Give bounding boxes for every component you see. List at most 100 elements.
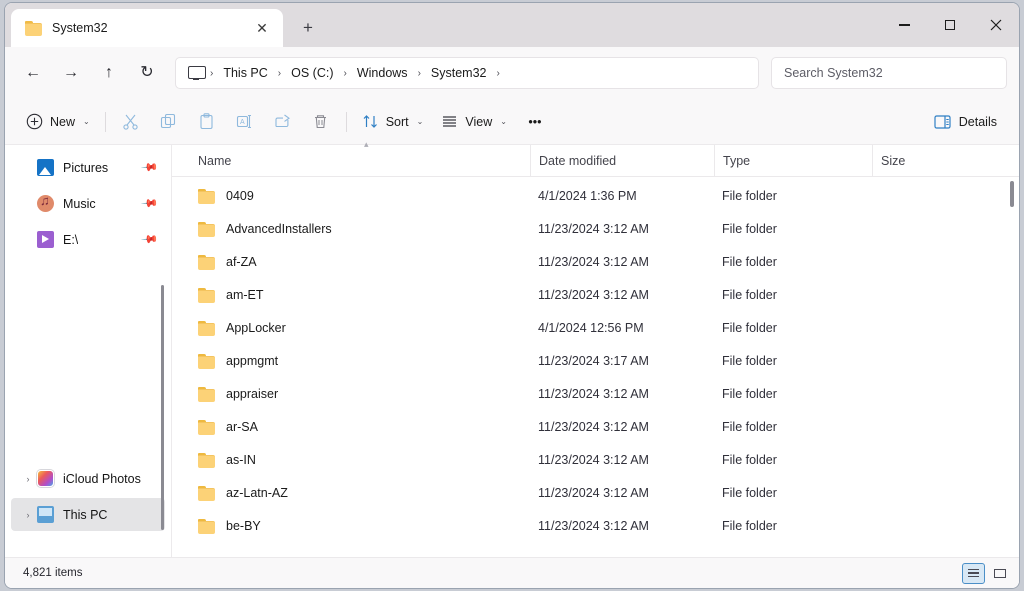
sort-button[interactable]: Sort ⌄ bbox=[353, 106, 433, 138]
file-name-label: appmgmt bbox=[226, 354, 278, 368]
trash-icon bbox=[312, 113, 329, 130]
new-button[interactable]: New ⌄ bbox=[17, 106, 99, 138]
breadcrumb-separator: › bbox=[207, 68, 216, 79]
file-list-scrollbar[interactable] bbox=[1010, 181, 1014, 207]
breadcrumb[interactable]: › This PC › OS (C:) › Windows › System32… bbox=[175, 57, 759, 89]
more-options-button[interactable]: ••• bbox=[516, 106, 554, 138]
copy-button[interactable] bbox=[150, 106, 188, 138]
share-button[interactable] bbox=[264, 106, 302, 138]
drive-icon bbox=[37, 231, 54, 248]
breadcrumb-item-system32[interactable]: System32 bbox=[424, 62, 494, 84]
back-button[interactable]: ← bbox=[15, 56, 51, 90]
table-row[interactable]: af-ZA 11/23/2024 3:12 AM File folder bbox=[172, 245, 1019, 278]
file-name-label: appraiser bbox=[226, 387, 278, 401]
close-icon bbox=[990, 19, 1002, 31]
sidebar-item-label: E:\ bbox=[63, 233, 78, 247]
column-header-name[interactable]: Name bbox=[190, 145, 530, 177]
pin-icon[interactable]: 📌 bbox=[141, 158, 160, 177]
paste-button[interactable] bbox=[188, 106, 226, 138]
file-date-cell: 11/23/2024 3:12 AM bbox=[530, 222, 714, 236]
folder-icon bbox=[198, 222, 215, 236]
chevron-right-icon[interactable]: › bbox=[19, 474, 37, 484]
sort-button-label: Sort bbox=[386, 115, 409, 129]
search-input[interactable]: Search System32 bbox=[784, 66, 883, 80]
details-view-button[interactable] bbox=[962, 563, 985, 584]
pin-icon[interactable]: 📌 bbox=[141, 230, 160, 249]
chevron-right-icon[interactable]: › bbox=[19, 510, 37, 520]
file-name-label: as-IN bbox=[226, 453, 256, 467]
file-type-cell: File folder bbox=[714, 222, 872, 236]
table-row[interactable]: am-ET 11/23/2024 3:12 AM File folder bbox=[172, 278, 1019, 311]
file-type-cell: File folder bbox=[714, 519, 872, 533]
file-date-cell: 11/23/2024 3:12 AM bbox=[530, 519, 714, 533]
rename-icon: A bbox=[236, 113, 253, 130]
content-area: Pictures 📌 Music 📌 E:\ 📌 › iCloud Photos bbox=[5, 145, 1019, 557]
view-toggle-group bbox=[962, 563, 1011, 584]
file-date-cell: 11/23/2024 3:12 AM bbox=[530, 420, 714, 434]
table-row[interactable]: 0409 4/1/2024 1:36 PM File folder bbox=[172, 179, 1019, 212]
sidebar-scrollbar[interactable] bbox=[161, 285, 164, 530]
music-icon bbox=[37, 195, 54, 212]
delete-button[interactable] bbox=[302, 106, 340, 138]
share-icon bbox=[274, 113, 291, 130]
file-date-cell: 11/23/2024 3:12 AM bbox=[530, 255, 714, 269]
address-bar: ← → ↑ ↻ › This PC › OS (C:) › Windows › … bbox=[5, 47, 1019, 99]
refresh-button[interactable]: ↻ bbox=[129, 56, 165, 90]
large-icons-view-button[interactable] bbox=[988, 563, 1011, 584]
column-header-type[interactable]: Type bbox=[714, 145, 872, 177]
details-pane-button[interactable]: Details bbox=[924, 106, 1007, 138]
item-count-label: 4,821 items bbox=[23, 567, 82, 579]
cut-button[interactable] bbox=[112, 106, 150, 138]
new-tab-button[interactable]: + bbox=[291, 10, 325, 44]
rename-button[interactable]: A bbox=[226, 106, 264, 138]
table-row[interactable]: appmgmt 11/23/2024 3:17 AM File folder bbox=[172, 344, 1019, 377]
sidebar-item-this-pc[interactable]: › This PC bbox=[11, 498, 165, 531]
breadcrumb-item-this-pc[interactable]: This PC bbox=[216, 62, 274, 84]
table-row[interactable]: ar-SA 11/23/2024 3:12 AM File folder bbox=[172, 410, 1019, 443]
table-row[interactable]: az-Latn-AZ 11/23/2024 3:12 AM File folde… bbox=[172, 476, 1019, 509]
chevron-down-icon: ⌄ bbox=[83, 117, 90, 126]
large-icons-view-icon bbox=[994, 569, 1006, 578]
sidebar-item-icloud-photos[interactable]: › iCloud Photos bbox=[11, 462, 165, 495]
search-box[interactable]: Search System32 bbox=[771, 57, 1007, 89]
view-button-label: View bbox=[465, 115, 492, 129]
file-date-cell: 11/23/2024 3:12 AM bbox=[530, 453, 714, 467]
new-button-label: New bbox=[50, 115, 75, 129]
column-header-size[interactable]: Size bbox=[872, 145, 974, 177]
table-row[interactable]: as-IN 11/23/2024 3:12 AM File folder bbox=[172, 443, 1019, 476]
close-icon[interactable]: ✕ bbox=[249, 15, 275, 41]
breadcrumb-item-os-c[interactable]: OS (C:) bbox=[284, 62, 340, 84]
file-name-cell: AdvancedInstallers bbox=[190, 222, 530, 236]
close-window-button[interactable] bbox=[973, 3, 1019, 47]
file-name-cell: ar-SA bbox=[190, 420, 530, 434]
table-row[interactable]: appraiser 11/23/2024 3:12 AM File folder bbox=[172, 377, 1019, 410]
maximize-button[interactable] bbox=[927, 3, 973, 47]
table-row[interactable]: be-BY 11/23/2024 3:12 AM File folder bbox=[172, 509, 1019, 542]
folder-icon bbox=[198, 288, 215, 302]
folder-icon bbox=[198, 387, 215, 401]
breadcrumb-separator: › bbox=[275, 68, 284, 79]
pin-icon[interactable]: 📌 bbox=[141, 194, 160, 213]
folder-icon bbox=[198, 255, 215, 269]
up-button[interactable]: ↑ bbox=[91, 56, 127, 90]
minimize-button[interactable] bbox=[881, 3, 927, 47]
breadcrumb-dropdown-chevron[interactable]: › bbox=[494, 68, 503, 79]
column-header-date-modified[interactable]: Date modified bbox=[530, 145, 714, 177]
toolbar-divider bbox=[346, 112, 347, 132]
sidebar-item-label: Pictures bbox=[63, 161, 108, 175]
file-name-cell: appmgmt bbox=[190, 354, 530, 368]
sidebar-item-e-drive[interactable]: E:\ 📌 bbox=[11, 223, 165, 256]
file-name-cell: az-Latn-AZ bbox=[190, 486, 530, 500]
forward-button[interactable]: → bbox=[53, 56, 89, 90]
view-button[interactable]: View ⌄ bbox=[432, 106, 516, 138]
tab-system32[interactable]: System32 ✕ bbox=[11, 9, 283, 47]
table-row[interactable]: AdvancedInstallers 11/23/2024 3:12 AM Fi… bbox=[172, 212, 1019, 245]
file-type-cell: File folder bbox=[714, 288, 872, 302]
list-lines-icon bbox=[441, 113, 458, 130]
breadcrumb-item-windows[interactable]: Windows bbox=[350, 62, 415, 84]
sidebar-item-pictures[interactable]: Pictures 📌 bbox=[11, 151, 165, 184]
sidebar-item-label: iCloud Photos bbox=[63, 472, 141, 486]
table-row[interactable]: AppLocker 4/1/2024 12:56 PM File folder bbox=[172, 311, 1019, 344]
sidebar-item-music[interactable]: Music 📌 bbox=[11, 187, 165, 220]
file-date-cell: 11/23/2024 3:17 AM bbox=[530, 354, 714, 368]
